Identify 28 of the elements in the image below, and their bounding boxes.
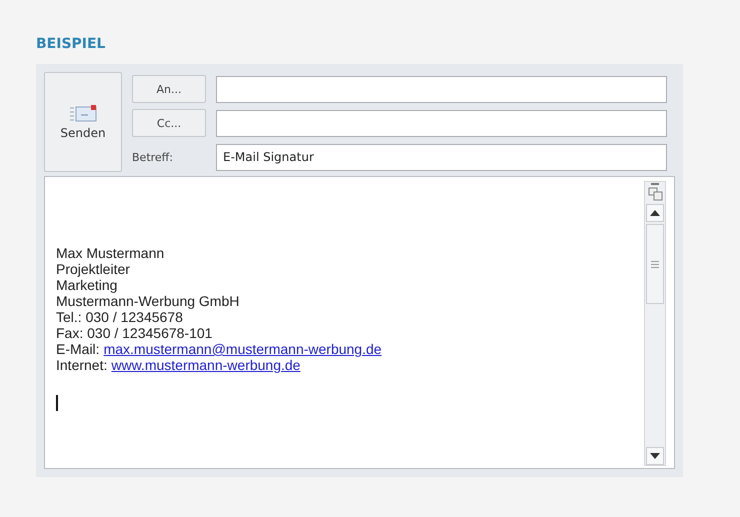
signature-line: Projektleiter <box>56 261 130 277</box>
input-field[interactable] <box>216 110 667 136</box>
signature-label: E-Mail: <box>56 341 100 357</box>
input-field[interactable]: E-Mail Signatur <box>216 144 667 170</box>
field-label: Betreff: <box>132 150 174 164</box>
address-button[interactable]: An... <box>132 75 206 103</box>
link[interactable]: max.mustermann@mustermann-werbung.de <box>104 341 382 357</box>
message-body[interactable]: Max Mustermann Projektleiter Marketing Mustermann-Werbung GmbH Tel.: 030 / 12345678 Fax: 030 / 12345678-101 E-Mail: max.mustermann@mustermann-werbung.de Internet: www.mustermann-werbung.de <box>44 176 675 469</box>
section-heading: BEISPIEL <box>36 36 106 54</box>
address-button[interactable]: Cc... <box>132 109 206 137</box>
signature-line: Marketing <box>56 277 118 293</box>
up-arrow-icon <box>650 210 660 216</box>
scroll-down-button[interactable] <box>646 447 664 465</box>
signature-label: Internet: <box>56 357 108 373</box>
down-arrow-icon <box>650 453 660 459</box>
link[interactable]: www.mustermann-werbung.de <box>111 357 300 373</box>
scroll-thumb[interactable] <box>646 224 664 304</box>
text-cursor <box>56 395 58 411</box>
signature-line: Fax: 030 / 12345678-101 <box>56 325 212 341</box>
send-button[interactable]: Senden <box>44 72 122 172</box>
signature-line: Mustermann-Werbung GmbH <box>56 293 240 309</box>
grip-icon <box>651 260 659 268</box>
signature-line: Tel.: 030 / 12345678 <box>56 309 183 325</box>
scroll-up-button[interactable] <box>646 204 664 222</box>
scrollbar[interactable] <box>644 181 666 466</box>
input-field[interactable] <box>216 76 667 102</box>
signature-line: Max Mustermann <box>56 245 164 261</box>
envelope-icon <box>69 104 97 122</box>
